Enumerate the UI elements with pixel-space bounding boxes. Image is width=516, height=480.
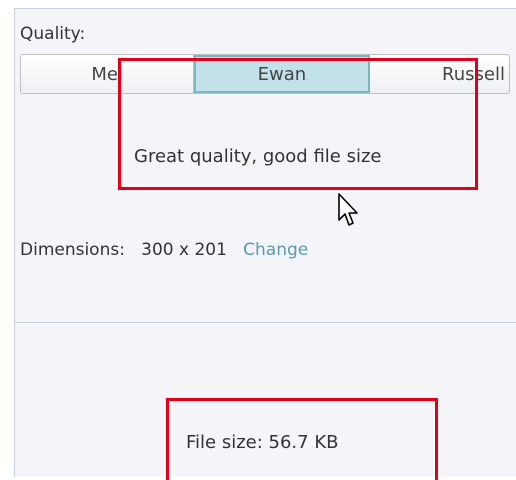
quality-option-mel[interactable]: Mel bbox=[21, 55, 195, 93]
dimensions-row: Dimensions: 300 x 201 Change bbox=[20, 240, 308, 260]
section-divider bbox=[14, 322, 516, 323]
change-dimensions-link[interactable]: Change bbox=[243, 240, 308, 260]
mouse-pointer-icon bbox=[338, 193, 358, 226]
file-size-text: File size: 56.7 KB bbox=[186, 432, 339, 453]
quality-label: Quality: bbox=[20, 24, 86, 44]
quality-option-ewan[interactable]: Ewan bbox=[194, 55, 370, 93]
quality-description: Great quality, good file size bbox=[134, 146, 382, 167]
quality-segmented-control: Mel Ewan Russell bbox=[20, 54, 510, 94]
dimensions-value: 300 x 201 bbox=[141, 240, 227, 260]
quality-option-russell[interactable]: Russell bbox=[369, 55, 509, 93]
dimensions-label: Dimensions: bbox=[20, 240, 125, 260]
